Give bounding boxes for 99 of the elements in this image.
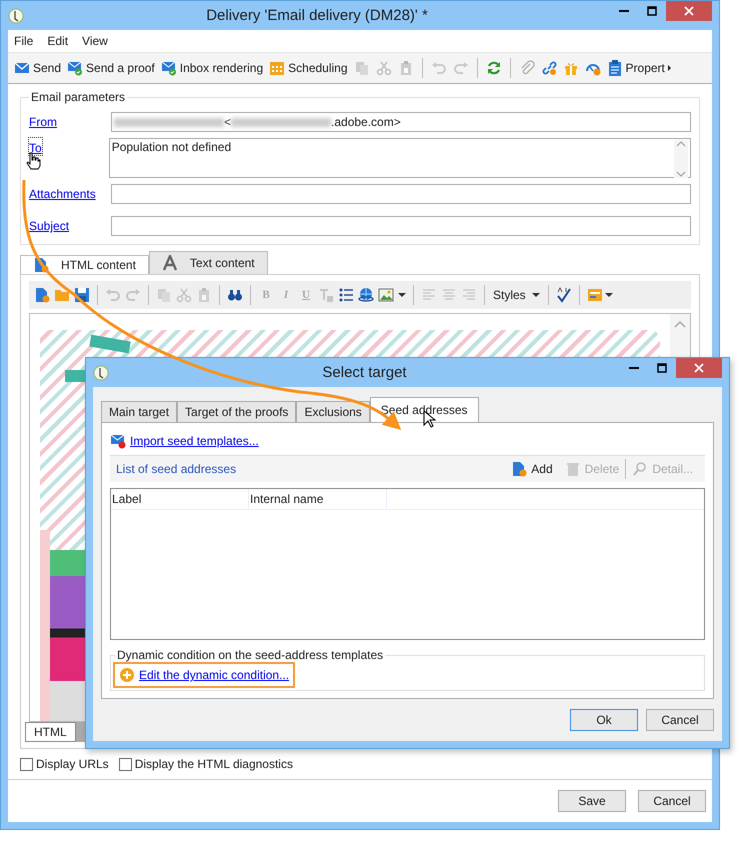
dialog-tab[interactable]: Main target (101, 401, 178, 422)
column-header[interactable]: Label (111, 489, 249, 509)
minimize-icon (619, 10, 629, 12)
group-title: Dynamic condition on the seed-address templates (116, 648, 384, 662)
bullet-list-icon (338, 287, 354, 303)
import-link[interactable]: Import seed templates... (130, 434, 259, 448)
search-icon (632, 461, 648, 477)
toolbar-button[interactable]: Propert (604, 58, 673, 78)
edit-condition-link[interactable]: Edit the dynamic condition... (139, 668, 290, 682)
new-document-icon (34, 287, 50, 303)
close-icon (694, 363, 704, 373)
app-icon (8, 8, 24, 24)
dialog-tab[interactable]: Exclusions (296, 401, 370, 422)
dialog-button[interactable]: Save (558, 790, 626, 812)
globe-link-icon (358, 287, 374, 303)
mail-icon (14, 60, 30, 76)
redo-icon (125, 287, 141, 303)
dialog-title: Select target (321, 364, 408, 381)
undo-icon (105, 287, 121, 303)
dialog-button[interactable]: Cancel (638, 790, 706, 812)
field-link[interactable]: Subject (29, 216, 111, 233)
menu-item[interactable]: View (82, 34, 108, 48)
refresh-icon (486, 60, 502, 76)
checkbox[interactable] (20, 758, 33, 770)
checkbox-label: Display the HTML diagnostics (134, 757, 293, 771)
group-title: Email parameters (30, 90, 126, 104)
column-header[interactable]: Internal name (249, 489, 387, 509)
link-icon (540, 60, 557, 76)
calendar-icon (269, 60, 286, 76)
caret-icon (668, 65, 671, 71)
spellcheck-icon (556, 287, 572, 303)
image-icon (378, 287, 394, 303)
scroll-up-icon[interactable] (676, 140, 686, 148)
window-title: Delivery 'Email delivery (DM28)' * (205, 7, 429, 24)
from-field[interactable]: < .adobe.com> (111, 112, 691, 132)
plus-icon (119, 667, 135, 683)
toolbar-button[interactable]: Send (12, 58, 64, 78)
toolbar-button[interactable]: Inbox rendering (158, 58, 266, 78)
mail-check-icon (160, 60, 177, 76)
list-action-button[interactable]: Add (505, 461, 559, 477)
to-field[interactable]: Population not defined (108, 138, 691, 178)
field-link[interactable]: To (29, 138, 42, 155)
hand-cursor-icon (25, 152, 41, 170)
redo-icon (452, 60, 469, 76)
close-button[interactable] (666, 1, 712, 21)
mail-check-icon (67, 60, 84, 76)
styles-dropdown[interactable]: Styles (491, 287, 542, 303)
new-document-icon (511, 461, 528, 477)
clipboard-icon (606, 60, 623, 76)
field-link[interactable]: From (29, 112, 111, 129)
subject-field[interactable] (111, 216, 691, 236)
maximize-icon (647, 6, 657, 16)
address-text: .adobe.com> (331, 115, 401, 129)
menu-item[interactable]: File (14, 34, 34, 48)
dialog-tab[interactable]: Target of the proofs (177, 401, 296, 422)
close-icon (684, 6, 694, 16)
editor-tool-button[interactable] (586, 286, 614, 304)
folder-icon (54, 287, 70, 303)
text-format-icon (318, 287, 334, 303)
copy-icon (156, 287, 172, 303)
maximize-icon (657, 363, 667, 373)
letter-a-icon (162, 255, 178, 271)
checkbox-label: Display URLs (36, 757, 109, 771)
editor-tool-button[interactable] (337, 286, 355, 304)
dialog-button[interactable]: Cancel (646, 709, 714, 731)
dialog-button[interactable]: Ok (570, 709, 638, 731)
editor-tool-button[interactable] (554, 286, 573, 304)
minimize-icon (629, 367, 639, 369)
caret-icon (532, 293, 540, 297)
layout-block-icon (586, 287, 603, 303)
cut-icon (176, 287, 192, 303)
cut-icon (376, 60, 392, 76)
app-icon (93, 364, 109, 380)
checkbox[interactable] (118, 758, 132, 770)
menu-item[interactable]: Edit (47, 34, 68, 48)
toolbar-button[interactable]: Send a proof (65, 58, 157, 78)
attachments-field[interactable] (111, 184, 691, 204)
html-document-icon (33, 257, 49, 273)
copy-icon (354, 60, 370, 76)
paperclip-icon (518, 60, 535, 76)
mail-alert-icon (110, 433, 126, 449)
view-tab[interactable]: HTML (25, 722, 76, 742)
trash-icon (564, 461, 581, 477)
editor-tool-button[interactable] (377, 286, 407, 304)
scroll-down-icon[interactable] (676, 170, 686, 178)
scroll-up-icon[interactable] (674, 320, 686, 329)
close-button[interactable] (676, 358, 722, 378)
undo-icon (430, 60, 447, 76)
address-text: < (224, 115, 232, 129)
toolbar-button[interactable]: Scheduling (267, 58, 350, 78)
binoculars-icon (227, 287, 243, 303)
content-tab[interactable]: Text content (148, 251, 268, 274)
field-value: Population not defined (112, 140, 232, 154)
list-title: List of seed addresses (116, 462, 238, 476)
ribbon-shape (89, 334, 131, 354)
content-tab[interactable]: HTML content (20, 255, 149, 274)
paste-icon (196, 287, 212, 303)
field-link[interactable]: Attachments (29, 184, 111, 201)
editor-tool-button[interactable] (357, 286, 375, 304)
